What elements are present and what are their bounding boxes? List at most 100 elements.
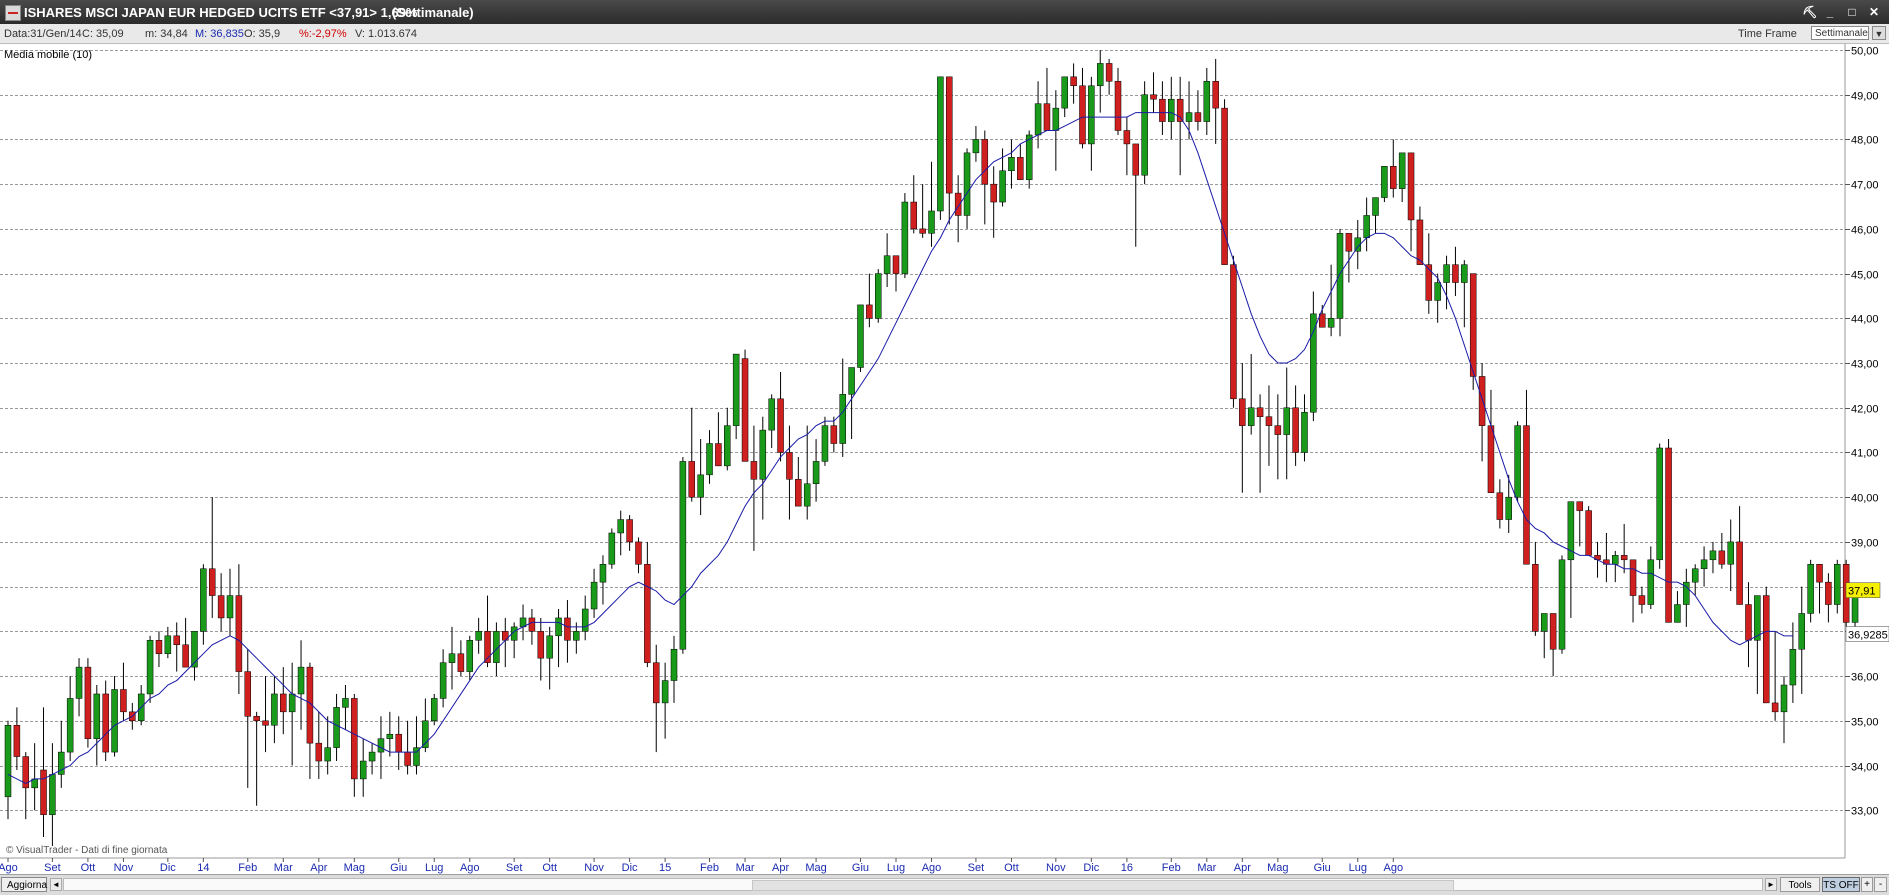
scroll-left-icon[interactable]: ◄: [50, 878, 62, 891]
candle-body: [1771, 702, 1779, 713]
candle-body: [803, 483, 811, 507]
tools-button[interactable]: Tools: [1780, 877, 1820, 892]
close-button[interactable]: ✕: [1865, 3, 1883, 21]
x-tick-label: Apr: [310, 862, 327, 874]
window-title: ISHARES MSCI JAPAN EUR HEDGED UCITS ETF …: [24, 5, 418, 20]
candle-body: [1034, 103, 1042, 136]
candle-body: [288, 693, 296, 713]
bottom-toolbar: Aggiorna ◄ ► Tools TS OFF + -: [0, 874, 1889, 895]
candle-body: [173, 635, 180, 646]
candle-body: [1780, 684, 1788, 713]
candle-body: [1523, 425, 1530, 565]
x-tick-label: Ott: [81, 862, 96, 874]
info-min: m: 34,84: [145, 28, 188, 40]
candle-body: [1540, 613, 1548, 632]
candle-body: [75, 666, 83, 699]
candle-body: [1620, 555, 1628, 561]
candle-body: [750, 461, 758, 480]
x-tick-label: Ago: [922, 862, 942, 874]
candle-body: [910, 201, 918, 230]
candle-body: [1274, 425, 1282, 435]
zoom-in-button[interactable]: +: [1861, 877, 1873, 892]
candle-body: [528, 617, 536, 632]
x-tick-label: Dic: [1083, 862, 1099, 874]
candle-body: [573, 631, 580, 641]
candle-body: [768, 398, 775, 431]
candle-body: [1114, 81, 1122, 131]
candle-body: [1239, 398, 1246, 426]
y-tick-label: 42,00: [1851, 404, 1879, 416]
candle-body: [377, 738, 385, 753]
y-tick-label: 43,00: [1851, 359, 1879, 371]
candle-body: [1576, 501, 1584, 511]
x-tick-label: Giu: [1314, 862, 1331, 874]
candle-body: [262, 720, 269, 726]
ma-value-label: 36,9285: [1848, 630, 1888, 642]
candle-body: [1754, 595, 1761, 641]
candle-body: [608, 532, 616, 565]
watermark-text: © VisualTrader - Dati di fine giornata: [6, 845, 168, 856]
candle-body: [1301, 411, 1308, 453]
candle-body: [191, 631, 198, 668]
candle-body: [1105, 63, 1113, 82]
scroll-right-icon[interactable]: ►: [1765, 878, 1777, 891]
timeframe-select[interactable]: Settimanale: [1811, 26, 1869, 40]
minimize-button[interactable]: _: [1821, 3, 1839, 21]
candle-body: [1185, 112, 1193, 122]
candle-body: [93, 693, 101, 739]
ts-off-button[interactable]: TS OFF: [1822, 877, 1860, 892]
candle-body: [235, 595, 243, 672]
x-axis: Ago Set Ott Nov Dic 14 Feb Mar Apr Mag Giu Lug Ago Se…: [0, 858, 1403, 874]
candle-body: [759, 429, 767, 480]
candle-body: [1798, 613, 1806, 650]
candle-body: [1691, 568, 1699, 583]
candle-body: [315, 742, 323, 762]
candle-body: [1514, 425, 1521, 498]
candle-body: [120, 689, 127, 713]
candle-body: [1096, 63, 1104, 87]
x-tick-label: Ago: [1383, 862, 1403, 874]
candle-body: [351, 698, 358, 780]
candle-body: [1505, 496, 1512, 520]
tools-icon[interactable]: ⛏: [1801, 3, 1819, 21]
x-tick-label: Feb: [700, 862, 719, 874]
candle-body: [1363, 215, 1370, 239]
candle-body: [706, 443, 713, 476]
maximize-button[interactable]: □: [1843, 3, 1861, 21]
candle-body: [1647, 559, 1655, 605]
candle-body: [1585, 510, 1592, 556]
candle-body: [1407, 152, 1415, 221]
zoom-out-button[interactable]: -: [1874, 877, 1887, 892]
candle: [430, 693, 438, 726]
horizontal-scrollbar[interactable]: [63, 878, 1763, 891]
info-open: O: 35,9: [244, 28, 281, 40]
chevron-down-icon[interactable]: ▼: [1872, 26, 1886, 40]
y-tick-label: 45,00: [1851, 270, 1879, 282]
candle-body: [457, 653, 465, 672]
candle-body: [1558, 559, 1566, 650]
candle-body: [741, 358, 749, 462]
candle: [741, 349, 749, 462]
candle-body: [1709, 550, 1717, 561]
candle-body: [502, 631, 509, 641]
candle-body: [874, 273, 882, 319]
candle-body: [821, 425, 829, 462]
y-tick-label: 46,00: [1851, 225, 1879, 237]
refresh-button[interactable]: Aggiorna: [1, 877, 47, 892]
candle-body: [475, 631, 482, 641]
x-tick-label: Ott: [1004, 862, 1019, 874]
x-tick-label: Ago: [0, 862, 18, 874]
scrollbar-thumb[interactable]: [752, 880, 1454, 891]
x-tick-label: Mar: [274, 862, 293, 874]
price-chart[interactable]: 33,0034,0035,0036,0037,0038,0039,0040,00…: [0, 44, 1889, 874]
candle-body: [555, 617, 562, 637]
candle-body: [679, 461, 687, 650]
candle-body: [1008, 157, 1015, 171]
candle: [937, 76, 944, 220]
candle-body: [342, 698, 349, 708]
candle-body: [1807, 564, 1814, 614]
candle-body: [164, 635, 172, 654]
candle: [1762, 586, 1770, 704]
candle-body: [688, 461, 696, 498]
x-tick-label: Mar: [736, 862, 755, 874]
